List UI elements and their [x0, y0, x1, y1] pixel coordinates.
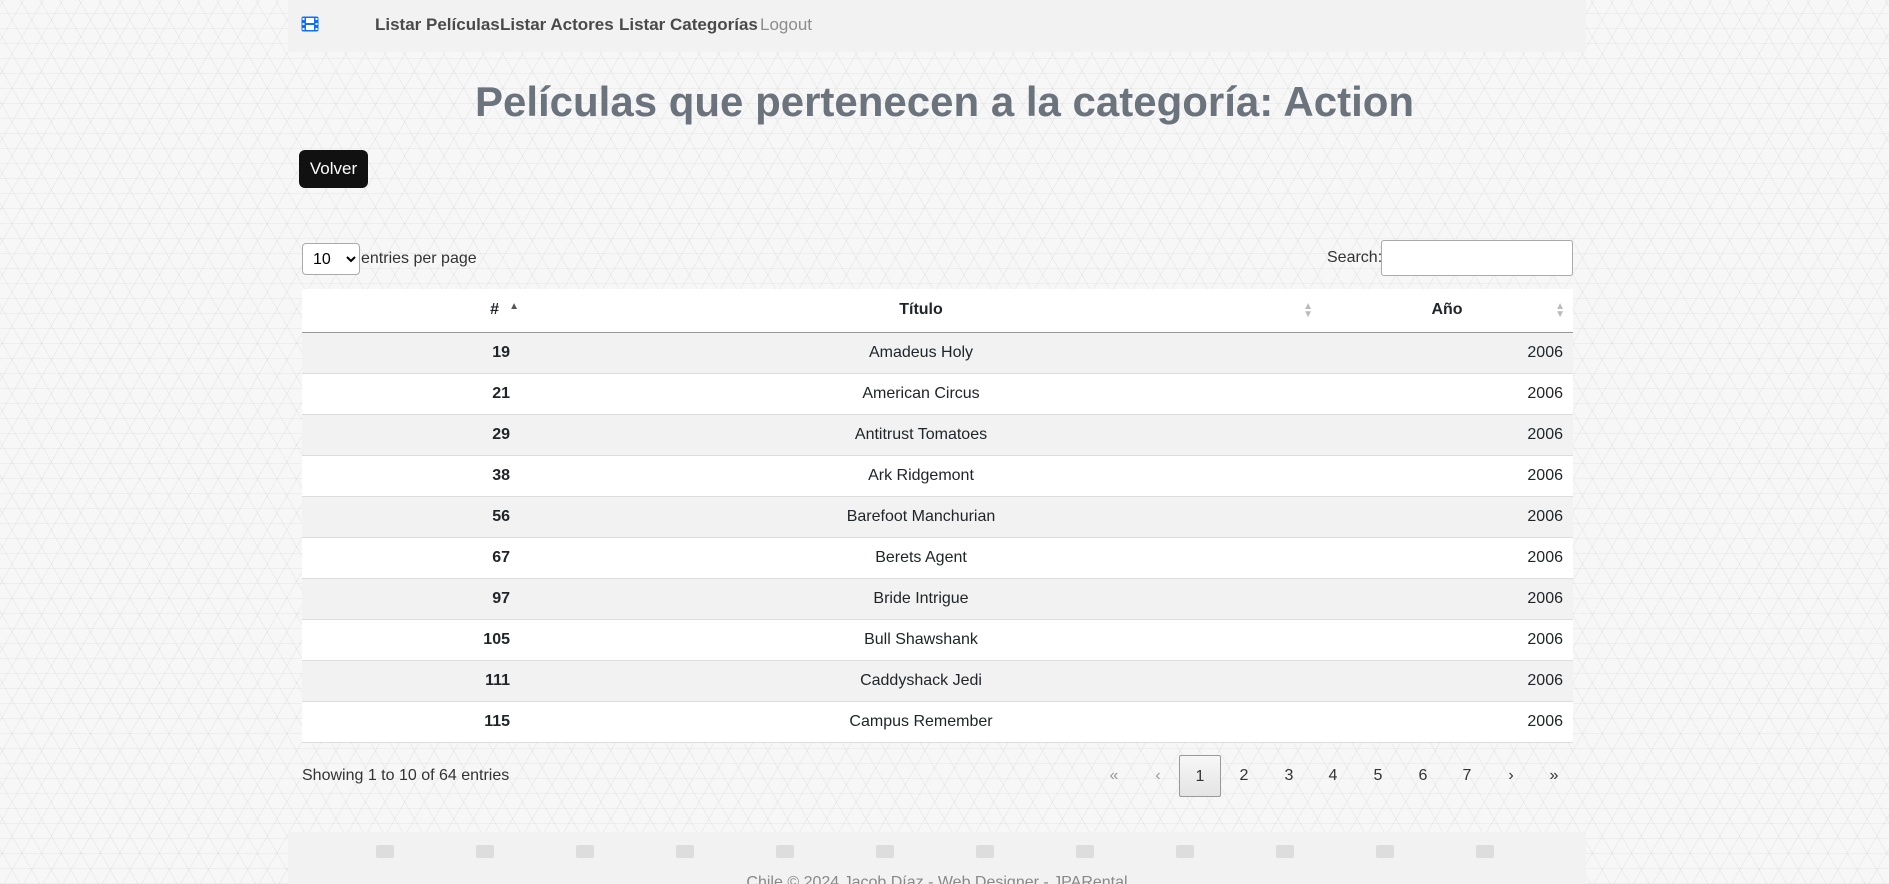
pagination-page-2[interactable]: 2	[1223, 755, 1265, 797]
table-row[interactable]: 115 Campus Remember 2006	[302, 701, 1573, 742]
cell-id: 38	[492, 466, 510, 484]
back-button[interactable]: Volver	[299, 150, 368, 188]
cell-title: Amadeus Holy	[868, 343, 974, 361]
cell-id: 115	[484, 712, 510, 730]
cell-id: 105	[483, 630, 510, 648]
search-input[interactable]	[1381, 240, 1573, 276]
envelope-icon	[976, 845, 994, 858]
column-header-label: Año	[1431, 301, 1463, 319]
cell-year: 2006	[1527, 466, 1563, 484]
cell-title: Caddyshack Jedi	[860, 671, 982, 689]
pagination-page-3[interactable]: 3	[1268, 755, 1310, 797]
nav-logout[interactable]: Logout	[760, 15, 812, 35]
pagination-first[interactable]: «	[1093, 755, 1135, 797]
cell-title: American Circus	[862, 384, 980, 402]
cell-year: 2006	[1527, 712, 1563, 730]
cell-id: 29	[492, 425, 510, 443]
cell-title: Berets Agent	[875, 548, 967, 566]
cell-id: 21	[492, 384, 510, 402]
cell-title: Ark Ridgemont	[868, 466, 974, 484]
pagination-page-7[interactable]: 7	[1446, 755, 1488, 797]
pagination-page-4[interactable]: 4	[1312, 755, 1354, 797]
envelope-icon	[476, 845, 494, 858]
envelope-icon	[876, 845, 894, 858]
cell-id: 19	[492, 343, 510, 361]
footer: Chile © 2024 Jacob Díaz - Web Designer -…	[288, 832, 1586, 884]
column-header-title[interactable]: Título ▲ ▼	[521, 289, 1321, 333]
pagination-previous[interactable]: ‹	[1137, 755, 1179, 797]
nav-listar-categorias[interactable]: Listar Categorías	[619, 15, 758, 35]
cell-year: 2006	[1527, 425, 1563, 443]
pagination-next[interactable]: ›	[1490, 755, 1532, 797]
cell-year: 2006	[1527, 343, 1563, 361]
envelope-icon	[376, 845, 394, 858]
cell-year: 2006	[1527, 630, 1563, 648]
pagination-page-1[interactable]: 1	[1179, 755, 1221, 797]
envelope-icon	[676, 845, 694, 858]
table-row[interactable]: 105 Bull Shawshank 2006	[302, 619, 1573, 660]
sort-ascending-icon: ▲	[509, 301, 519, 312]
cell-year: 2006	[1527, 507, 1563, 525]
table-row[interactable]: 56 Barefoot Manchurian 2006	[302, 496, 1573, 537]
cell-title: Barefoot Manchurian	[846, 507, 996, 525]
cell-title: Bride Intrigue	[873, 589, 969, 607]
movies-table: # ▲ Título ▲ ▼ Año ▲ ▼ 19 Amadeus Holy 2006 2…	[302, 289, 1573, 743]
film-icon[interactable]	[301, 16, 319, 32]
sort-both-icon: ▲ ▼	[1555, 301, 1565, 320]
table-header-row: # ▲ Título ▲ ▼ Año ▲ ▼	[302, 289, 1573, 333]
envelope-icon	[1076, 845, 1094, 858]
envelope-icon	[576, 845, 594, 858]
entries-per-page-select[interactable]: 10	[302, 243, 360, 275]
envelope-icon	[1476, 845, 1494, 858]
column-header-id[interactable]: # ▲	[302, 289, 521, 333]
search-label: Search:	[1327, 249, 1383, 266]
column-header-year[interactable]: Año ▲ ▼	[1321, 289, 1573, 333]
pagination-last[interactable]: »	[1533, 755, 1575, 797]
cell-id: 111	[485, 671, 510, 689]
pagination-page-6[interactable]: 6	[1402, 755, 1444, 797]
column-header-label: Título	[899, 301, 943, 319]
cell-title: Bull Shawshank	[864, 630, 978, 648]
table-row[interactable]: 19 Amadeus Holy 2006	[302, 332, 1573, 373]
sort-both-icon: ▲ ▼	[1303, 301, 1313, 320]
cell-title: Campus Remember	[849, 712, 993, 730]
cell-title: Antitrust Tomatoes	[854, 425, 988, 443]
entries-per-page-label: entries per page	[361, 250, 477, 267]
pagination-page-5[interactable]: 5	[1357, 755, 1399, 797]
nav-listar-actores[interactable]: Listar Actores	[500, 15, 614, 35]
navbar: Listar Películas Listar Actores Listar C…	[288, 0, 1586, 52]
envelope-icon	[776, 845, 794, 858]
table-row[interactable]: 67 Berets Agent 2006	[302, 537, 1573, 578]
table-row[interactable]: 111 Caddyshack Jedi 2006	[302, 660, 1573, 701]
cell-year: 2006	[1527, 548, 1563, 566]
cell-id: 67	[492, 548, 510, 566]
cell-year: 2006	[1527, 671, 1563, 689]
table-info: Showing 1 to 10 of 64 entries	[302, 767, 510, 784]
table-row[interactable]: 29 Antitrust Tomatoes 2006	[302, 414, 1573, 455]
envelope-icon	[1276, 845, 1294, 858]
table-row[interactable]: 21 American Circus 2006	[302, 373, 1573, 414]
cell-year: 2006	[1527, 589, 1563, 607]
column-header-label: #	[490, 301, 499, 319]
nav-listar-peliculas[interactable]: Listar Películas	[375, 15, 500, 35]
envelope-icon	[1376, 845, 1394, 858]
page-title: Películas que pertenecen a la categoría:…	[474, 78, 1415, 125]
cell-id: 56	[492, 507, 510, 525]
cell-year: 2006	[1527, 384, 1563, 402]
table-row[interactable]: 97 Bride Intrigue 2006	[302, 578, 1573, 619]
cell-id: 97	[492, 589, 510, 607]
footer-text: Chile © 2024 Jacob Díaz - Web Designer -…	[746, 874, 1128, 884]
envelope-icon	[1176, 845, 1194, 858]
table-row[interactable]: 38 Ark Ridgemont 2006	[302, 455, 1573, 496]
